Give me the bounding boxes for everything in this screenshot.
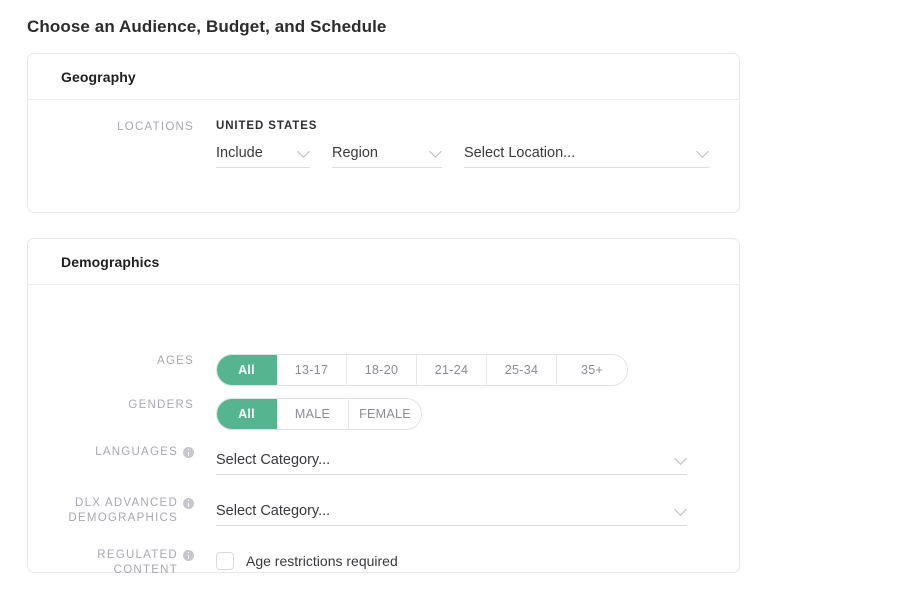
include-exclude-select[interactable]: Include	[216, 138, 310, 168]
geography-card-body: LOCATIONS UNITED STATES Include Region S…	[28, 100, 739, 168]
location-selects: Include Region Select Location...	[216, 138, 739, 168]
dlx-advanced-demographics-select[interactable]: Select Category...	[216, 496, 687, 526]
demographics-card-title: Demographics	[61, 253, 160, 270]
demographics-card-header: Demographics	[28, 239, 739, 285]
demographics-card-body: AGES All 13-17 18-20 21-24 25-34 35+ GEN…	[28, 285, 739, 578]
languages-row: LANGUAGES Select Category...	[28, 445, 739, 475]
regulated-content-label: REGULATED CONTENT	[28, 548, 216, 578]
ages-option-25-34[interactable]: 25-34	[487, 355, 557, 385]
audience-budget-schedule-page: Choose an Audience, Budget, and Schedule…	[0, 0, 910, 593]
chevron-down-icon	[696, 144, 709, 158]
ages-option-13-17[interactable]: 13-17	[277, 355, 347, 385]
dlx-advanced-demographics-control: Select Category...	[216, 496, 739, 526]
age-restrictions-checkbox[interactable]	[216, 552, 234, 570]
genders-option-all[interactable]: All	[217, 399, 277, 429]
ages-option-18-20[interactable]: 18-20	[347, 355, 417, 385]
include-exclude-value: Include	[216, 144, 263, 161]
info-icon[interactable]	[183, 498, 194, 509]
genders-row: GENDERS All MALE FEMALE	[28, 398, 739, 430]
region-type-select[interactable]: Region	[332, 138, 442, 168]
age-restrictions-checkbox-row[interactable]: Age restrictions required	[216, 548, 739, 574]
demographics-card: Demographics AGES All 13-17 18-20 21-24 …	[27, 238, 740, 576]
info-icon[interactable]	[183, 447, 194, 458]
geography-card: Geography LOCATIONS UNITED STATES Includ…	[27, 53, 740, 213]
chevron-down-icon	[297, 144, 310, 158]
ages-segmented-control: All 13-17 18-20 21-24 25-34 35+	[216, 354, 628, 386]
ages-label: AGES	[157, 355, 194, 367]
genders-option-male[interactable]: MALE	[277, 399, 349, 429]
regulated-content-row: REGULATED CONTENT Age restrictions requi…	[28, 548, 739, 578]
languages-select-value: Select Category...	[216, 451, 331, 468]
page-title: Choose an Audience, Budget, and Schedule	[27, 17, 387, 36]
geography-card-title: Geography	[61, 68, 136, 85]
locations-label: LOCATIONS	[117, 121, 194, 133]
chevron-down-icon	[429, 144, 442, 158]
ages-option-all[interactable]: All	[217, 355, 277, 385]
languages-select[interactable]: Select Category...	[216, 445, 687, 475]
languages-label: LANGUAGES	[28, 445, 216, 460]
country-heading: UNITED STATES	[216, 120, 318, 132]
dlx-select-value: Select Category...	[216, 502, 331, 519]
geography-card-header: Geography	[28, 54, 739, 100]
ages-control: All 13-17 18-20 21-24 25-34 35+	[216, 354, 739, 386]
genders-option-female[interactable]: FEMALE	[349, 399, 421, 429]
ages-option-35-plus[interactable]: 35+	[557, 355, 627, 385]
chevron-down-icon	[674, 451, 687, 465]
select-location-value: Select Location...	[464, 144, 576, 161]
genders-label: GENDERS	[128, 399, 194, 411]
select-location-dropdown[interactable]: Select Location...	[464, 138, 709, 168]
dlx-advanced-demographics-row: DLX ADVANCED DEMOGRAPHICS Select Categor…	[28, 496, 739, 526]
ages-row: AGES All 13-17 18-20 21-24 25-34 35+	[28, 354, 739, 386]
languages-control: Select Category...	[216, 445, 739, 475]
regulated-content-control: Age restrictions required	[216, 548, 739, 574]
locations-control: UNITED STATES Include Region Select Loca…	[216, 120, 739, 168]
age-restrictions-label: Age restrictions required	[246, 553, 398, 569]
genders-segmented-control: All MALE FEMALE	[216, 398, 422, 430]
region-type-value: Region	[332, 144, 378, 161]
genders-control: All MALE FEMALE	[216, 398, 739, 430]
chevron-down-icon	[674, 502, 687, 516]
dlx-advanced-demographics-label: DLX ADVANCED DEMOGRAPHICS	[28, 496, 216, 526]
info-icon[interactable]	[183, 550, 194, 561]
dlx-label-lines: DLX ADVANCED DEMOGRAPHICS	[68, 497, 178, 524]
locations-row: LOCATIONS UNITED STATES Include Region S…	[28, 120, 739, 168]
regulated-label-lines: REGULATED CONTENT	[97, 549, 178, 576]
ages-option-21-24[interactable]: 21-24	[417, 355, 487, 385]
